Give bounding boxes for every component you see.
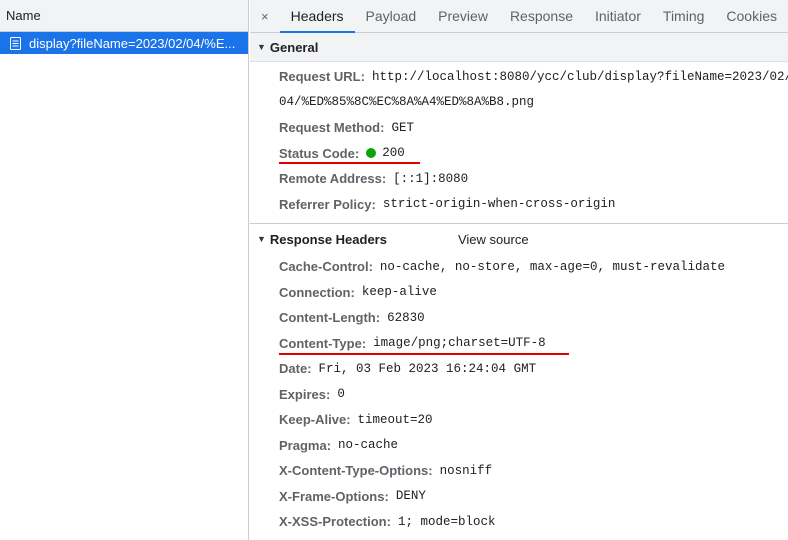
header-row-cache-control: Cache-Control no-cache, no-store, max-ag…: [250, 254, 788, 280]
header-row-keep-alive: Keep-Alive timeout=20: [250, 407, 788, 433]
request-url-value-cont: 04/%ED%85%8C%EC%8A%A4%ED%8A%B8.png: [279, 95, 535, 110]
header-row-date: Date Fri, 03 Feb 2023 16:24:04 GMT: [250, 356, 788, 382]
header-key: Connection: [279, 285, 355, 300]
status-code-value: 200: [382, 146, 405, 161]
header-value: nosniff: [439, 463, 493, 478]
tab-cookies[interactable]: Cookies: [715, 0, 788, 32]
header-value: no-cache, no-store, max-age=0, must-reva…: [379, 259, 725, 274]
tab-response[interactable]: Response: [499, 0, 584, 32]
request-row-selected[interactable]: display?fileName=2023/02/04/%E...: [0, 32, 248, 54]
collapse-triangle-icon: ▼: [257, 42, 266, 52]
header-value: timeout=20: [357, 412, 433, 427]
header-key: Expires: [279, 387, 330, 402]
status-code-row: Status Code 200: [250, 141, 788, 167]
request-url-row: Request URL http://localhost:8080/ycc/cl…: [250, 64, 788, 115]
document-icon: [10, 36, 21, 50]
header-key: Content-Length: [279, 310, 380, 325]
response-headers-section-header[interactable]: ▼ Response Headers View source: [250, 223, 788, 254]
header-row-x-content-type-options: X-Content-Type-Options nosniff: [250, 458, 788, 484]
request-method-value: GET: [391, 120, 414, 135]
referrer-policy-row: Referrer Policy strict-origin-when-cross…: [250, 192, 788, 218]
header-row-pragma: Pragma no-cache: [250, 433, 788, 459]
header-key: Cache-Control: [279, 259, 373, 274]
request-url-value: http://localhost:8080/ycc/club/display?f…: [371, 69, 788, 84]
header-value: 62830: [387, 310, 425, 325]
remote-address-row: Remote Address [::1]:8080: [250, 166, 788, 192]
header-value: Fri, 03 Feb 2023 16:24:04 GMT: [318, 361, 537, 376]
tab-initiator[interactable]: Initiator: [584, 0, 652, 32]
header-key: Pragma: [279, 438, 331, 453]
header-value: image/png;charset=UTF-8: [373, 336, 546, 351]
header-value: 1; mode=block: [397, 514, 496, 529]
name-column-header[interactable]: Name: [0, 0, 248, 32]
header-row-content-length: Content-Length 62830: [250, 305, 788, 331]
tab-timing[interactable]: Timing: [652, 0, 716, 32]
request-name: display?fileName=2023/02/04/%E...: [29, 35, 236, 51]
header-row-expires: Expires 0: [250, 382, 788, 408]
header-key: X-XSS-Protection: [279, 514, 391, 529]
header-row-x-xss-protection: X-XSS-Protection 1; mode=block: [250, 509, 788, 535]
view-source-link[interactable]: View source: [458, 232, 529, 247]
header-row-content-type: Content-Type image/png;charset=UTF-8: [250, 331, 788, 357]
general-section-header[interactable]: ▼ General: [250, 33, 788, 62]
remote-address-value: [::1]:8080: [393, 171, 469, 186]
general-section-title: General: [269, 39, 319, 55]
remote-address-key: Remote Address: [279, 171, 386, 186]
request-method-key: Request Method: [279, 120, 384, 135]
header-row-x-frame-options: X-Frame-Options DENY: [250, 484, 788, 510]
status-code-key: Status Code: [279, 146, 359, 161]
tab-preview[interactable]: Preview: [427, 0, 499, 32]
header-key: X-Content-Type-Options: [279, 463, 433, 478]
tab-headers[interactable]: Headers: [279, 0, 355, 33]
referrer-policy-value: strict-origin-when-cross-origin: [382, 197, 616, 212]
header-key: X-Frame-Options: [279, 489, 389, 504]
header-value: no-cache: [338, 438, 399, 453]
header-key: Keep-Alive: [279, 412, 351, 427]
header-row-connection: Connection keep-alive: [250, 280, 788, 306]
details-tabbar: × Headers Payload Preview Response Initi…: [250, 0, 788, 33]
close-icon[interactable]: ×: [250, 0, 280, 32]
header-key: Date: [279, 361, 312, 376]
collapse-triangle-icon: ▼: [257, 234, 266, 244]
request-method-row: Request Method GET: [250, 115, 788, 141]
response-headers-title: Response Headers: [269, 231, 387, 247]
header-key: Content-Type: [279, 336, 366, 351]
header-value: keep-alive: [361, 285, 437, 300]
request-details-pane: × Headers Payload Preview Response Initi…: [250, 0, 788, 540]
highlight-underline: [279, 161, 420, 164]
highlight-underline: [279, 352, 569, 355]
status-ok-icon: [366, 148, 377, 159]
tab-payload[interactable]: Payload: [355, 0, 428, 32]
header-value: 0: [337, 387, 345, 402]
header-value: DENY: [395, 489, 426, 504]
request-url-key: Request URL: [279, 69, 365, 84]
referrer-policy-key: Referrer Policy: [279, 197, 376, 212]
name-column-label: Name: [6, 8, 41, 23]
request-list-pane: Name display?fileName=2023/02/04/%E...: [0, 0, 249, 540]
